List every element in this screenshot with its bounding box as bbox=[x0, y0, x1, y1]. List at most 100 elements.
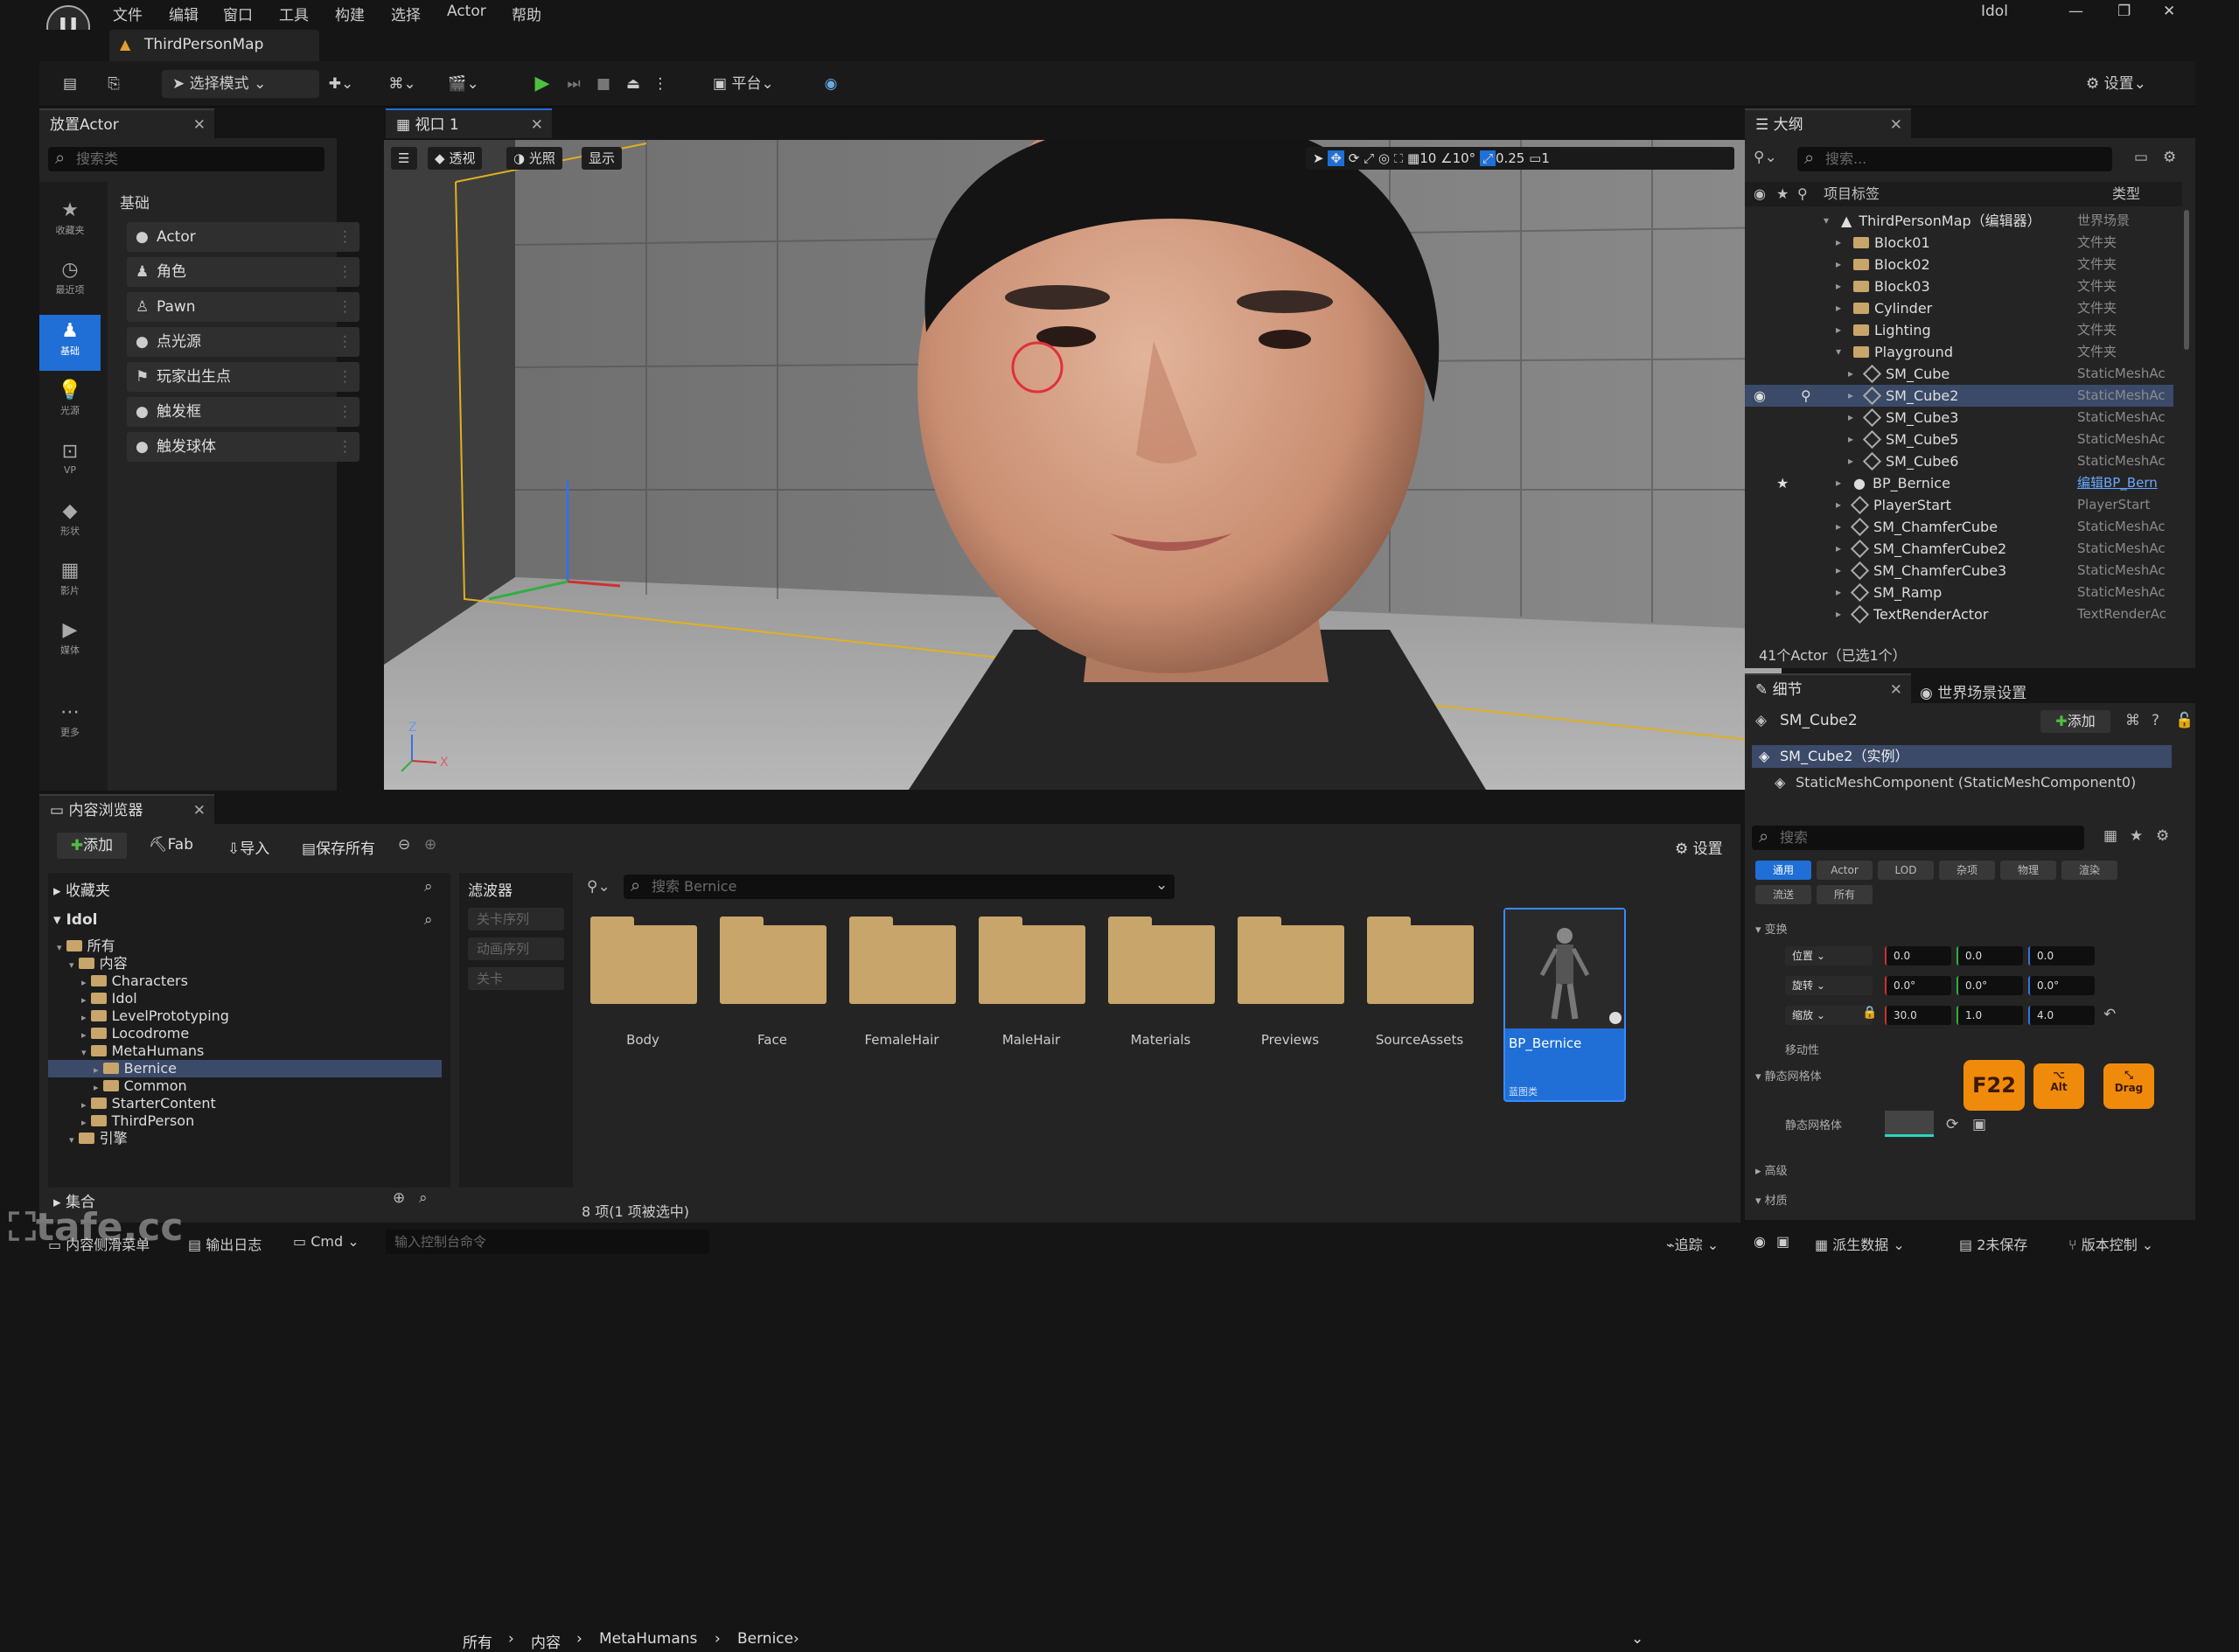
fab-button[interactable]: ⛏Fab bbox=[149, 836, 193, 854]
expand-arrow-icon[interactable]: ▸ bbox=[1836, 232, 1841, 254]
tree-item-selected[interactable]: ▸ Bernice bbox=[48, 1060, 442, 1077]
star-icon[interactable]: ★ bbox=[1776, 472, 1789, 494]
expand-arrow-icon[interactable]: ▾ bbox=[1824, 210, 1829, 232]
filter-level[interactable]: 关卡 bbox=[468, 967, 564, 990]
lock-icon[interactable]: 🔓 bbox=[2175, 712, 2194, 729]
expand-arrow-icon[interactable]: ▸ bbox=[1848, 385, 1853, 407]
star-icon[interactable]: ★ bbox=[2130, 827, 2143, 845]
search-icon[interactable]: ⌕ bbox=[424, 911, 433, 929]
menu-build[interactable]: 构建 bbox=[335, 3, 365, 24]
breadcrumb-bernice[interactable]: Bernice bbox=[737, 1630, 793, 1648]
expand-arrow-icon[interactable]: ▸ bbox=[81, 1117, 87, 1128]
scale-y[interactable]: 1.0 bbox=[1957, 1006, 2023, 1025]
rotation-z[interactable]: 0.0° bbox=[2028, 976, 2095, 995]
cinematics-icon[interactable]: 🎬⌄ bbox=[442, 70, 485, 98]
expand-arrow-icon[interactable]: ▾ bbox=[81, 1047, 87, 1058]
add-collection-icon[interactable]: ⊕ bbox=[393, 1189, 405, 1207]
derived-data-button[interactable]: ▦ 派生数据 ⌄ bbox=[1815, 1233, 1905, 1254]
details-search-input[interactable]: 搜索 bbox=[1752, 824, 2084, 850]
asset-card[interactable]: MaleHair bbox=[970, 908, 1092, 1100]
chevron-down-icon[interactable]: ⌄ bbox=[1155, 876, 1168, 894]
history-dropdown-icon[interactable]: ⌄ bbox=[1631, 1630, 1643, 1648]
expand-arrow-icon[interactable]: ▸ bbox=[1836, 297, 1841, 319]
rotation-dropdown[interactable]: 旋转 ⌄ bbox=[1785, 976, 1873, 995]
platform-button[interactable]: ▣ 平台⌄ bbox=[713, 70, 792, 98]
cmd-dropdown[interactable]: ▭ Cmd ⌄ bbox=[293, 1233, 359, 1250]
play-options-icon[interactable]: ⋮ bbox=[652, 70, 669, 98]
sidebar-media[interactable]: ▶ 媒体 bbox=[39, 619, 101, 657]
outliner-scrollbar[interactable] bbox=[2184, 210, 2189, 350]
angle-snap-icon[interactable]: ∠ bbox=[1440, 150, 1452, 166]
search-icon[interactable]: ⌕ bbox=[419, 1189, 428, 1207]
content-browser-tab[interactable]: ▭ 内容浏览器 ✕ bbox=[39, 794, 214, 824]
outliner-row[interactable]: ▸ SM_Ramp StaticMeshAc bbox=[1745, 582, 2173, 603]
sidebar-cinematic[interactable]: ▦ 影片 bbox=[39, 560, 101, 597]
select-icon[interactable]: ➤ bbox=[1313, 150, 1324, 166]
tree-item[interactable]: ▸ StarterContent bbox=[48, 1095, 442, 1112]
surface-snap-icon[interactable]: ⛶ bbox=[1394, 150, 1404, 166]
filter-tab-general[interactable]: 通用 bbox=[1755, 861, 1811, 880]
mode-selector[interactable]: ➤ 选择模式 ⌄ bbox=[162, 70, 319, 98]
expand-arrow-icon[interactable]: ▸ bbox=[1848, 450, 1853, 472]
viewport-menu-button[interactable]: ☰ bbox=[391, 147, 417, 170]
expand-arrow-icon[interactable]: ▾ bbox=[1836, 341, 1841, 363]
asset-card[interactable]: Previews bbox=[1229, 908, 1351, 1100]
import-button[interactable]: ⇩导入 bbox=[227, 836, 269, 858]
class-search-input[interactable]: 搜索类 bbox=[48, 145, 324, 171]
add-component-button[interactable]: ✚添加 bbox=[2040, 710, 2110, 733]
minimize-button[interactable]: — bbox=[2068, 3, 2083, 20]
expand-arrow-icon[interactable]: ▸ bbox=[1848, 363, 1853, 385]
filter-tab-streaming[interactable]: 流送 bbox=[1755, 885, 1811, 904]
sidebar-basic[interactable]: ♟ 基础 bbox=[39, 315, 101, 371]
expand-arrow-icon[interactable]: ▸ bbox=[1836, 472, 1841, 494]
menu-edit[interactable]: 编辑 bbox=[169, 3, 199, 24]
materials-section[interactable]: ▾ 材质 bbox=[1755, 1191, 1788, 1208]
source-control-button[interactable]: ⑂ 版本控制 ⌄ bbox=[2068, 1233, 2153, 1254]
eye-icon[interactable]: ◉ bbox=[1754, 385, 1766, 407]
bp-asset-card[interactable]: BP_Bernice 蓝图类 bbox=[1503, 908, 1626, 1102]
asset-card[interactable]: Materials bbox=[1099, 908, 1222, 1100]
place-item-trigger-sphere[interactable]: ● 触发球体 ⋮ bbox=[127, 432, 359, 462]
close-icon[interactable]: ✕ bbox=[1890, 675, 1902, 705]
location-dropdown[interactable]: 位置 ⌄ bbox=[1785, 946, 1873, 965]
asset-card[interactable]: Face bbox=[711, 908, 834, 1100]
outliner-row[interactable]: ▸ Cylinder 文件夹 bbox=[1745, 297, 2173, 319]
expand-arrow-icon[interactable]: ▾ bbox=[69, 1134, 74, 1146]
expand-arrow-icon[interactable]: ▸ bbox=[1836, 275, 1841, 297]
tree-item[interactable]: ▸ ThirdPerson bbox=[48, 1112, 442, 1130]
filter-tab-misc[interactable]: 杂项 bbox=[1939, 861, 1995, 880]
help-icon[interactable]: ? bbox=[2152, 712, 2159, 729]
filter-icon[interactable]: ⚲⌄ bbox=[1754, 149, 1777, 166]
outliner-row[interactable]: ▸ SM_Cube StaticMeshAc bbox=[1745, 363, 2173, 385]
menu-help[interactable]: 帮助 bbox=[512, 3, 541, 24]
location-y[interactable]: 0.0 bbox=[1957, 946, 2023, 965]
expand-arrow-icon[interactable]: ▸ bbox=[1836, 319, 1841, 341]
search-icon[interactable]: ⌕ bbox=[424, 878, 433, 896]
outliner-row[interactable]: ▸ SM_Cube6 StaticMeshAc bbox=[1745, 450, 2173, 472]
filter-level-sequence[interactable]: 关卡序列 bbox=[468, 908, 564, 931]
asset-card[interactable]: FemaleHair bbox=[840, 908, 963, 1100]
tree-item[interactable]: ▸ Characters bbox=[48, 972, 442, 990]
expand-arrow-icon[interactable]: ▸ bbox=[1836, 560, 1841, 582]
outliner-row[interactable]: ★ ▸ ● BP_Bernice 编辑BP_Bern bbox=[1745, 472, 2173, 494]
settings-button[interactable]: ⚙ 设置⌄ bbox=[2086, 70, 2173, 98]
expand-arrow-icon[interactable]: ▸ bbox=[94, 1082, 99, 1093]
menu-tools[interactable]: 工具 bbox=[279, 3, 309, 24]
filter-tab-lod[interactable]: LOD bbox=[1878, 861, 1934, 880]
mesh-thumbnail[interactable] bbox=[1885, 1111, 1934, 1137]
breadcrumb-all[interactable]: 所有 bbox=[463, 1630, 492, 1652]
project-header[interactable]: ▾ Idol bbox=[53, 911, 97, 929]
outliner-row[interactable]: ▾ ▲ ThirdPersonMap（编辑器） 世界场景 bbox=[1745, 210, 2173, 232]
filter-anim-sequence[interactable]: 动画序列 bbox=[468, 938, 564, 960]
tree-item[interactable]: ▾ 所有 bbox=[48, 938, 442, 955]
tree-item[interactable]: ▾ MetaHumans bbox=[48, 1042, 442, 1060]
place-item-actor[interactable]: ● Actor ⋮ bbox=[127, 222, 359, 252]
rotation-y[interactable]: 0.0° bbox=[1957, 976, 2023, 995]
tree-item[interactable]: ▸ Idol bbox=[48, 990, 442, 1007]
grid-snap-value[interactable]: 10 bbox=[1419, 150, 1436, 166]
column-type[interactable]: 类型 bbox=[2112, 182, 2140, 206]
play-button[interactable]: ▶ bbox=[529, 70, 555, 98]
breadcrumb-content[interactable]: 内容 bbox=[531, 1630, 561, 1652]
screenshot-icon[interactable]: ▣ bbox=[1776, 1233, 1789, 1250]
filter-tab-physics[interactable]: 物理 bbox=[2000, 861, 2056, 880]
